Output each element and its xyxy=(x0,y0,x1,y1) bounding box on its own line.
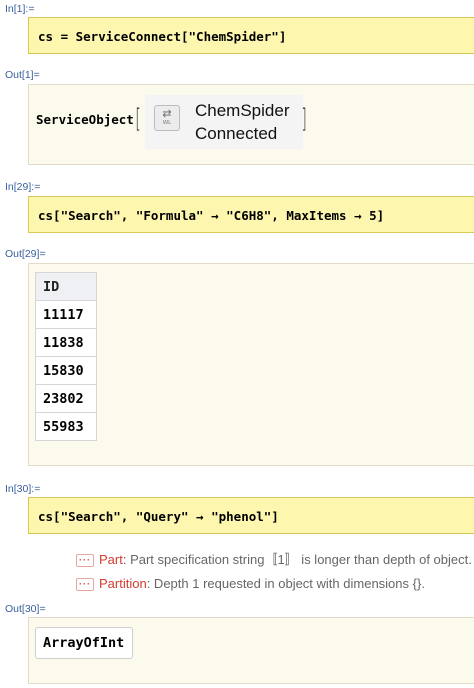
grid-row: 11117 xyxy=(35,300,97,329)
output-label-29: Out[29]= xyxy=(5,248,46,260)
grid-row: 15830 xyxy=(35,356,97,385)
message-tag[interactable]: Part xyxy=(99,552,123,567)
message-tag[interactable]: Partition xyxy=(99,576,147,591)
arrows-swap-icon: ⇄ WL xyxy=(154,105,180,131)
message-part: ··· Part: Part specification string〚1〛 is… xyxy=(76,549,472,568)
input-label-29: In[29]:= xyxy=(5,181,41,193)
output-label-1: Out[1]= xyxy=(5,69,40,81)
service-object-head: ServiceObject xyxy=(36,112,134,127)
service-name: ChemSpider xyxy=(195,101,290,120)
grid-row: 23802 xyxy=(35,384,97,413)
message-text: : Part specification string〚1〛 is longer… xyxy=(122,552,472,567)
input-code-30[interactable]: cs["Search", "Query" → "phenol"] xyxy=(38,509,279,524)
input-cell-30[interactable]: cs["Search", "Query" → "phenol"] xyxy=(28,497,474,534)
array-of-int-value: ArrayOfInt xyxy=(35,627,133,659)
message-menu-icon[interactable]: ··· xyxy=(76,578,94,591)
wl-caption: WL xyxy=(162,120,172,126)
input-code-29[interactable]: cs["Search", "Formula" → "C6H8", MaxItem… xyxy=(38,208,384,223)
results-grid: ID 11117 11838 15830 23802 55983 xyxy=(35,272,97,441)
input-cell-1[interactable]: cs = ServiceConnect["ChemSpider"] xyxy=(28,17,474,54)
input-label-30: In[30]:= xyxy=(5,483,41,495)
service-object-text: ChemSpider Connected xyxy=(195,99,290,145)
grid-header-id: ID xyxy=(35,272,97,301)
input-cell-29[interactable]: cs["Search", "Formula" → "C6H8", MaxItem… xyxy=(28,196,474,233)
message-menu-icon[interactable]: ··· xyxy=(76,554,94,567)
open-bracket: [ xyxy=(135,104,141,134)
grid-row: 55983 xyxy=(35,412,97,441)
output-label-30: Out[30]= xyxy=(5,603,46,615)
grid-row: 11838 xyxy=(35,328,97,357)
input-code-1[interactable]: cs = ServiceConnect["ChemSpider"] xyxy=(38,29,286,44)
message-text: : Depth 1 requested in object with dimen… xyxy=(146,576,425,591)
close-bracket: ] xyxy=(301,104,307,134)
service-object-box[interactable]: ⇄ WL ChemSpider Connected xyxy=(145,95,303,149)
message-partition: ··· Partition: Depth 1 requested in objec… xyxy=(76,576,425,591)
service-status: Connected xyxy=(195,124,278,143)
input-label-1: In[1]:= xyxy=(5,3,35,15)
